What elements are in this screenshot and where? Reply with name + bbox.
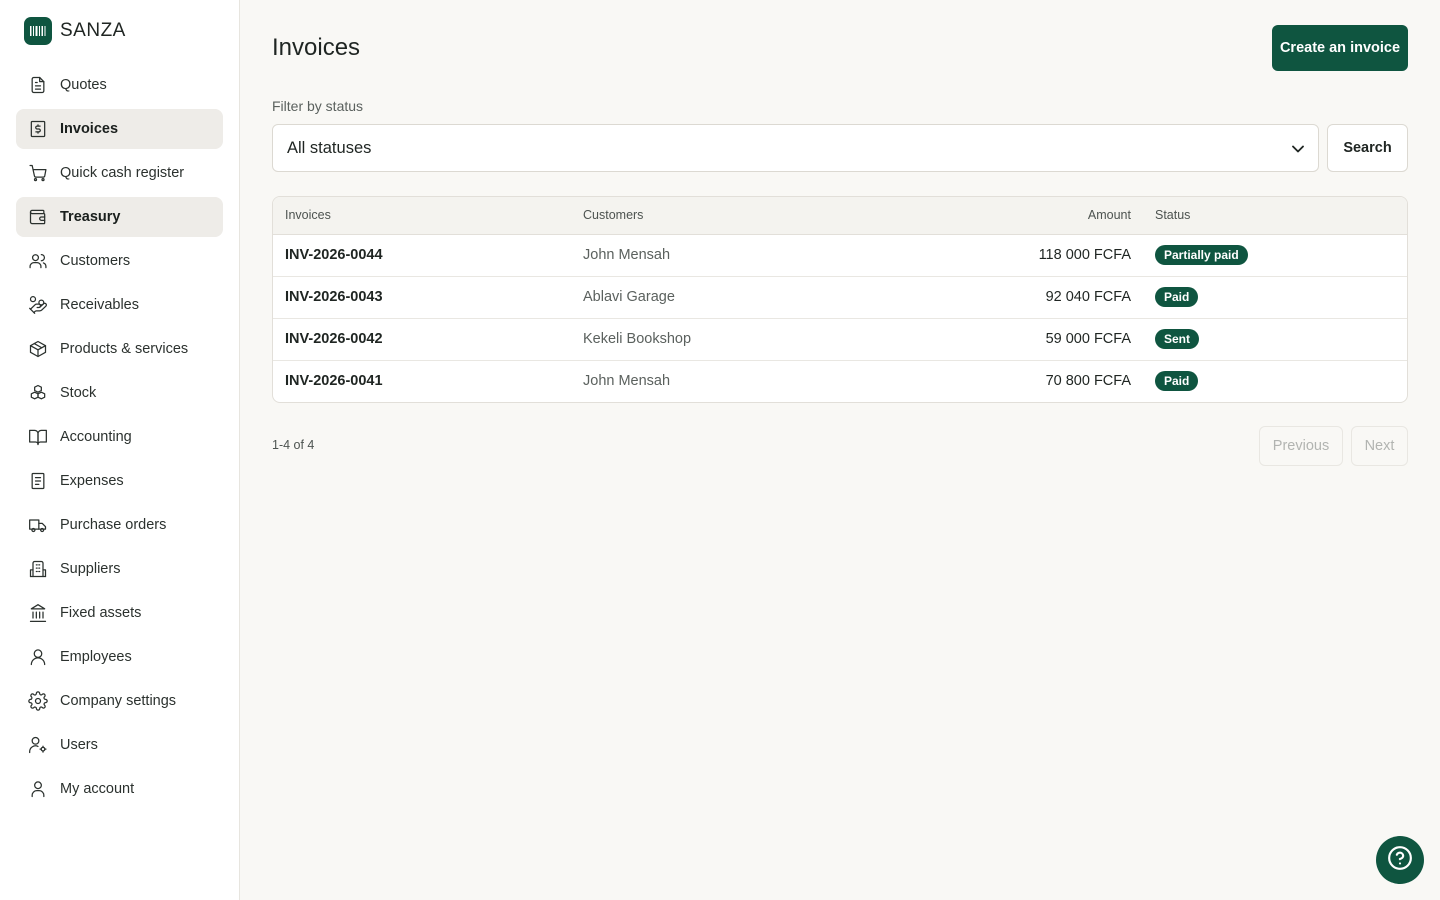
dollar-file-icon <box>28 119 48 139</box>
status-cell: Paid <box>1143 360 1407 402</box>
sidebar-item-label: Quotes <box>60 77 107 93</box>
status-cell: Partially paid <box>1143 234 1407 277</box>
users-icon <box>28 251 48 271</box>
sidebar-item-my-account[interactable]: My account <box>16 769 223 809</box>
status-cell: Paid <box>1143 276 1407 319</box>
brand[interactable]: SANZA <box>24 17 126 45</box>
sidebar-item-products-services[interactable]: Products & services <box>16 329 223 369</box>
customer-name: John Mensah <box>583 373 671 390</box>
pagination-range: 1-4 of 4 <box>272 438 315 452</box>
next-page-button[interactable]: Next <box>1351 426 1408 466</box>
column-header-amount[interactable]: Amount <box>881 197 1143 235</box>
landmark-icon <box>28 603 48 623</box>
sidebar-item-suppliers[interactable]: Suppliers <box>16 549 223 589</box>
invoice-number[interactable]: INV-2026-0044 <box>273 234 571 277</box>
sidebar-item-label: Products & services <box>60 341 189 357</box>
sidebar-item-label: Stock <box>60 385 97 401</box>
status-filter-select[interactable]: All statuses <box>272 124 1319 172</box>
column-header-status[interactable]: Status <box>1143 197 1407 235</box>
column-header-customers[interactable]: Customers <box>571 197 881 235</box>
sidebar-item-label: Fixed assets <box>60 605 142 621</box>
sidebar-item-label: Quick cash register <box>60 165 185 181</box>
help-button[interactable] <box>1376 836 1424 884</box>
invoice-number[interactable]: INV-2026-0043 <box>273 276 571 319</box>
help-circle-icon <box>1387 845 1413 876</box>
invoice-number[interactable]: INV-2026-0042 <box>273 318 571 361</box>
package-icon <box>28 339 48 359</box>
gear-icon <box>28 691 48 711</box>
sidebar-item-label: Receivables <box>60 297 139 313</box>
customer-name: Ablavi Garage <box>571 276 881 319</box>
invoices-table: Invoices Customers Amount Status INV-202… <box>272 196 1408 403</box>
sidebar-item-company-settings[interactable]: Company settings <box>16 681 223 721</box>
sidebar-nav: Quotes Invoices Quick cash register Trea… <box>16 65 223 813</box>
sidebar-item-users[interactable]: Users <box>16 725 223 765</box>
file-text-icon <box>28 75 48 95</box>
status-badge: Partially paid <box>1155 245 1248 265</box>
sidebar: SANZA Quotes Invoices Quick cash registe… <box>0 0 240 900</box>
table-row[interactable]: INV-2026-0042 Kekeli Bookshop 59 000 FCF… <box>273 318 1407 361</box>
receipt-icon <box>28 471 48 491</box>
sidebar-item-label: My account <box>60 781 135 797</box>
filter-label: Filter by status <box>272 98 364 114</box>
invoice-amount: 118 000 FCFA <box>881 234 1143 277</box>
sidebar-item-label: Treasury <box>60 209 121 225</box>
create-invoice-button[interactable]: Create an invoice <box>1272 25 1408 71</box>
table-row[interactable]: INV-2026-0041 John Mensah 70 800 FCFA Pa… <box>273 360 1407 402</box>
invoice-amount: 92 040 FCFA <box>881 276 1143 319</box>
status-badge: Paid <box>1155 371 1199 392</box>
sidebar-item-label: Invoices <box>60 121 119 137</box>
invoice-number[interactable]: INV-2026-0041 <box>273 360 571 402</box>
sidebar-item-customers[interactable]: Customers <box>16 241 223 281</box>
sidebar-item-quick-cash-register[interactable]: Quick cash register <box>16 153 223 193</box>
sidebar-item-treasury[interactable]: Treasury <box>16 197 223 237</box>
sidebar-item-purchase-orders[interactable]: Purchase orders <box>16 505 223 545</box>
sidebar-item-label: Users <box>60 737 98 753</box>
sidebar-item-accounting[interactable]: Accounting <box>16 417 223 457</box>
user-round-icon <box>28 647 48 667</box>
sidebar-item-stock[interactable]: Stock <box>16 373 223 413</box>
customer-name: John Mensah <box>571 234 881 277</box>
invoice-amount: 59 000 FCFA <box>881 318 1143 361</box>
hand-coins-icon <box>28 295 48 315</box>
table-row[interactable]: INV-2026-0044 John Mensah 118 000 FCFA P… <box>273 234 1407 277</box>
status-cell: Sent <box>1143 318 1407 361</box>
table-row[interactable]: INV-2026-0043 Ablavi Garage 92 040 FCFA … <box>273 276 1407 319</box>
sidebar-item-label: Expenses <box>60 473 124 489</box>
column-header-invoices[interactable]: Invoices <box>273 197 571 235</box>
barcode-icon <box>24 17 52 45</box>
sidebar-item-fixed-assets[interactable]: Fixed assets <box>16 593 223 633</box>
sidebar-item-label: Company settings <box>60 693 177 709</box>
sidebar-item-quotes[interactable]: Quotes <box>16 65 223 105</box>
sidebar-item-expenses[interactable]: Expenses <box>16 461 223 501</box>
truck-icon <box>28 515 48 535</box>
invoice-amount: 70 800 FCFA <box>1045 373 1131 390</box>
sidebar-item-label: Purchase orders <box>60 517 167 533</box>
sidebar-item-label: Accounting <box>60 429 132 445</box>
customer-name: Kekeli Bookshop <box>571 318 881 361</box>
wallet-icon <box>28 207 48 227</box>
book-open-icon <box>28 427 48 447</box>
boxes-icon <box>28 383 48 403</box>
sidebar-item-label: Employees <box>60 649 132 665</box>
user-icon <box>28 779 48 799</box>
sidebar-item-label: Suppliers <box>60 561 121 577</box>
status-filter-value: All statuses <box>287 138 372 157</box>
page-title: Invoices <box>272 34 361 61</box>
building-icon <box>28 559 48 579</box>
sidebar-item-label: Customers <box>60 253 131 269</box>
search-button[interactable]: Search <box>1327 124 1408 172</box>
brand-name: SANZA <box>60 20 126 41</box>
previous-page-button[interactable]: Previous <box>1259 426 1343 466</box>
status-badge: Sent <box>1155 329 1200 349</box>
sidebar-item-employees[interactable]: Employees <box>16 637 223 677</box>
user-cog-icon <box>28 735 48 755</box>
table-header-row: Invoices Customers Amount Status <box>273 197 1407 235</box>
sidebar-item-receivables[interactable]: Receivables <box>16 285 223 325</box>
chevron-down-icon <box>1292 139 1304 158</box>
shopping-cart-icon <box>28 163 48 183</box>
status-badge: Paid <box>1155 287 1199 307</box>
sidebar-item-invoices[interactable]: Invoices <box>16 109 223 149</box>
